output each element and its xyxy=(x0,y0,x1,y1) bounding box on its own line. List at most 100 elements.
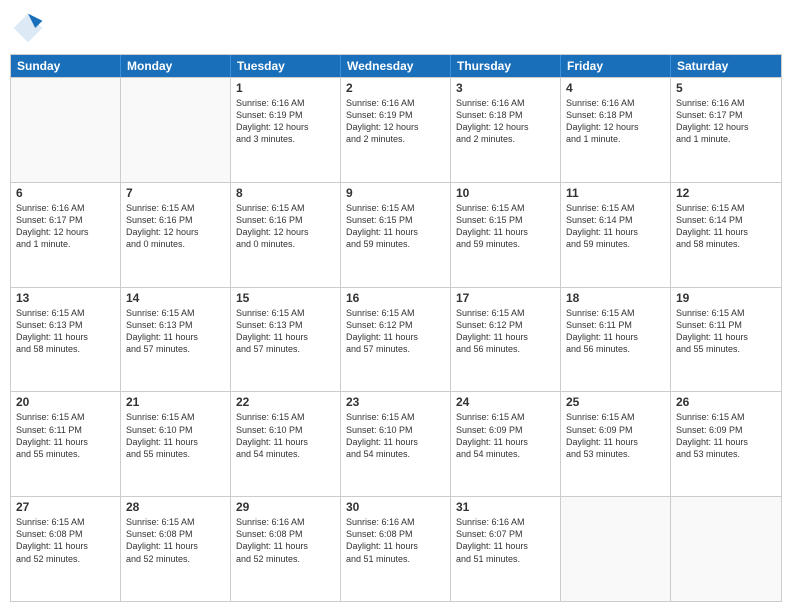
day-info: Sunrise: 6:15 AMSunset: 6:10 PMDaylight:… xyxy=(126,411,225,460)
day-info: Sunrise: 6:16 AMSunset: 6:17 PMDaylight:… xyxy=(676,97,776,146)
logo-icon xyxy=(10,10,46,46)
day-cell-16: 16 Sunrise: 6:15 AMSunset: 6:12 PMDayligh… xyxy=(341,288,451,392)
day-number: 17 xyxy=(456,291,555,305)
day-info: Sunrise: 6:16 AMSunset: 6:17 PMDaylight:… xyxy=(16,202,115,251)
day-info: Sunrise: 6:16 AMSunset: 6:18 PMDaylight:… xyxy=(456,97,555,146)
day-number: 29 xyxy=(236,500,335,514)
empty-cell xyxy=(11,78,121,182)
week-row-3: 13 Sunrise: 6:15 AMSunset: 6:13 PMDayligh… xyxy=(11,287,781,392)
day-number: 1 xyxy=(236,81,335,95)
day-number: 20 xyxy=(16,395,115,409)
day-info: Sunrise: 6:15 AMSunset: 6:14 PMDaylight:… xyxy=(566,202,665,251)
day-info: Sunrise: 6:16 AMSunset: 6:19 PMDaylight:… xyxy=(346,97,445,146)
day-info: Sunrise: 6:16 AMSunset: 6:08 PMDaylight:… xyxy=(346,516,445,565)
day-number: 21 xyxy=(126,395,225,409)
day-number: 12 xyxy=(676,186,776,200)
day-info: Sunrise: 6:16 AMSunset: 6:19 PMDaylight:… xyxy=(236,97,335,146)
day-cell-28: 28Sunrise: 6:15 AMSunset: 6:08 PMDayligh… xyxy=(121,497,231,601)
day-number: 3 xyxy=(456,81,555,95)
day-info: Sunrise: 6:16 AMSunset: 6:08 PMDaylight:… xyxy=(236,516,335,565)
day-info: Sunrise: 6:15 AMSunset: 6:09 PMDaylight:… xyxy=(566,411,665,460)
day-number: 28 xyxy=(126,500,225,514)
day-header-monday: Monday xyxy=(121,55,231,77)
day-header-sunday: Sunday xyxy=(11,55,121,77)
day-info: Sunrise: 6:16 AMSunset: 6:18 PMDaylight:… xyxy=(566,97,665,146)
day-number: 19 xyxy=(676,291,776,305)
empty-cell xyxy=(561,497,671,601)
day-cell-26: 26Sunrise: 6:15 AMSunset: 6:09 PMDayligh… xyxy=(671,392,781,496)
page: SundayMondayTuesdayWednesdayThursdayFrid… xyxy=(0,0,792,612)
day-info: Sunrise: 6:15 AMSunset: 6:09 PMDaylight:… xyxy=(676,411,776,460)
day-number: 7 xyxy=(126,186,225,200)
week-row-5: 27Sunrise: 6:15 AMSunset: 6:08 PMDayligh… xyxy=(11,496,781,601)
day-cell-11: 11 Sunrise: 6:15 AMSunset: 6:14 PMDayligh… xyxy=(561,183,671,287)
day-info: Sunrise: 6:15 AMSunset: 6:15 PMDaylight:… xyxy=(346,202,445,251)
day-info: Sunrise: 6:15 AMSunset: 6:11 PMDaylight:… xyxy=(676,307,776,356)
day-cell-12: 12 Sunrise: 6:15 AMSunset: 6:14 PMDayligh… xyxy=(671,183,781,287)
day-header-friday: Friday xyxy=(561,55,671,77)
day-header-tuesday: Tuesday xyxy=(231,55,341,77)
day-cell-2: 2 Sunrise: 6:16 AMSunset: 6:19 PMDaylight… xyxy=(341,78,451,182)
day-info: Sunrise: 6:15 AMSunset: 6:11 PMDaylight:… xyxy=(16,411,115,460)
day-info: Sunrise: 6:15 AMSunset: 6:16 PMDaylight:… xyxy=(126,202,225,251)
logo xyxy=(10,10,50,46)
day-cell-24: 24Sunrise: 6:15 AMSunset: 6:09 PMDayligh… xyxy=(451,392,561,496)
day-cell-13: 13 Sunrise: 6:15 AMSunset: 6:13 PMDayligh… xyxy=(11,288,121,392)
day-cell-6: 6 Sunrise: 6:16 AMSunset: 6:17 PMDaylight… xyxy=(11,183,121,287)
day-cell-30: 30 Sunrise: 6:16 AMSunset: 6:08 PMDayligh… xyxy=(341,497,451,601)
day-number: 4 xyxy=(566,81,665,95)
day-number: 22 xyxy=(236,395,335,409)
day-cell-8: 8 Sunrise: 6:15 AMSunset: 6:16 PMDaylight… xyxy=(231,183,341,287)
day-number: 31 xyxy=(456,500,555,514)
day-cell-4: 4 Sunrise: 6:16 AMSunset: 6:18 PMDaylight… xyxy=(561,78,671,182)
day-cell-3: 3 Sunrise: 6:16 AMSunset: 6:18 PMDaylight… xyxy=(451,78,561,182)
day-info: Sunrise: 6:15 AMSunset: 6:12 PMDaylight:… xyxy=(346,307,445,356)
calendar: SundayMondayTuesdayWednesdayThursdayFrid… xyxy=(10,54,782,602)
day-number: 2 xyxy=(346,81,445,95)
day-cell-14: 14 Sunrise: 6:15 AMSunset: 6:13 PMDayligh… xyxy=(121,288,231,392)
day-info: Sunrise: 6:15 AMSunset: 6:12 PMDaylight:… xyxy=(456,307,555,356)
day-number: 15 xyxy=(236,291,335,305)
week-row-4: 20 Sunrise: 6:15 AMSunset: 6:11 PMDayligh… xyxy=(11,391,781,496)
day-number: 11 xyxy=(566,186,665,200)
day-cell-17: 17 Sunrise: 6:15 AMSunset: 6:12 PMDayligh… xyxy=(451,288,561,392)
day-cell-5: 5Sunrise: 6:16 AMSunset: 6:17 PMDaylight… xyxy=(671,78,781,182)
day-number: 10 xyxy=(456,186,555,200)
day-cell-9: 9 Sunrise: 6:15 AMSunset: 6:15 PMDaylight… xyxy=(341,183,451,287)
day-number: 23 xyxy=(346,395,445,409)
day-number: 16 xyxy=(346,291,445,305)
day-info: Sunrise: 6:15 AMSunset: 6:10 PMDaylight:… xyxy=(236,411,335,460)
day-cell-31: 31Sunrise: 6:16 AMSunset: 6:07 PMDayligh… xyxy=(451,497,561,601)
empty-cell xyxy=(121,78,231,182)
day-number: 30 xyxy=(346,500,445,514)
day-info: Sunrise: 6:15 AMSunset: 6:16 PMDaylight:… xyxy=(236,202,335,251)
day-cell-7: 7 Sunrise: 6:15 AMSunset: 6:16 PMDaylight… xyxy=(121,183,231,287)
day-number: 9 xyxy=(346,186,445,200)
week-row-1: 1 Sunrise: 6:16 AMSunset: 6:19 PMDaylight… xyxy=(11,77,781,182)
day-cell-20: 20 Sunrise: 6:15 AMSunset: 6:11 PMDayligh… xyxy=(11,392,121,496)
day-info: Sunrise: 6:15 AMSunset: 6:09 PMDaylight:… xyxy=(456,411,555,460)
day-cell-10: 10 Sunrise: 6:15 AMSunset: 6:15 PMDayligh… xyxy=(451,183,561,287)
day-number: 13 xyxy=(16,291,115,305)
day-cell-18: 18Sunrise: 6:15 AMSunset: 6:11 PMDayligh… xyxy=(561,288,671,392)
day-cell-23: 23Sunrise: 6:15 AMSunset: 6:10 PMDayligh… xyxy=(341,392,451,496)
day-header-saturday: Saturday xyxy=(671,55,781,77)
day-cell-27: 27Sunrise: 6:15 AMSunset: 6:08 PMDayligh… xyxy=(11,497,121,601)
day-header-wednesday: Wednesday xyxy=(341,55,451,77)
day-cell-29: 29 Sunrise: 6:16 AMSunset: 6:08 PMDayligh… xyxy=(231,497,341,601)
day-info: Sunrise: 6:15 AMSunset: 6:15 PMDaylight:… xyxy=(456,202,555,251)
day-number: 8 xyxy=(236,186,335,200)
day-header-thursday: Thursday xyxy=(451,55,561,77)
week-row-2: 6 Sunrise: 6:16 AMSunset: 6:17 PMDaylight… xyxy=(11,182,781,287)
calendar-body: 1 Sunrise: 6:16 AMSunset: 6:19 PMDaylight… xyxy=(11,77,781,601)
day-cell-15: 15Sunrise: 6:15 AMSunset: 6:13 PMDayligh… xyxy=(231,288,341,392)
day-number: 14 xyxy=(126,291,225,305)
day-info: Sunrise: 6:15 AMSunset: 6:14 PMDaylight:… xyxy=(676,202,776,251)
day-info: Sunrise: 6:15 AMSunset: 6:13 PMDaylight:… xyxy=(126,307,225,356)
day-number: 27 xyxy=(16,500,115,514)
day-info: Sunrise: 6:15 AMSunset: 6:13 PMDaylight:… xyxy=(16,307,115,356)
calendar-header: SundayMondayTuesdayWednesdayThursdayFrid… xyxy=(11,55,781,77)
day-cell-22: 22 Sunrise: 6:15 AMSunset: 6:10 PMDayligh… xyxy=(231,392,341,496)
day-number: 18 xyxy=(566,291,665,305)
day-number: 6 xyxy=(16,186,115,200)
